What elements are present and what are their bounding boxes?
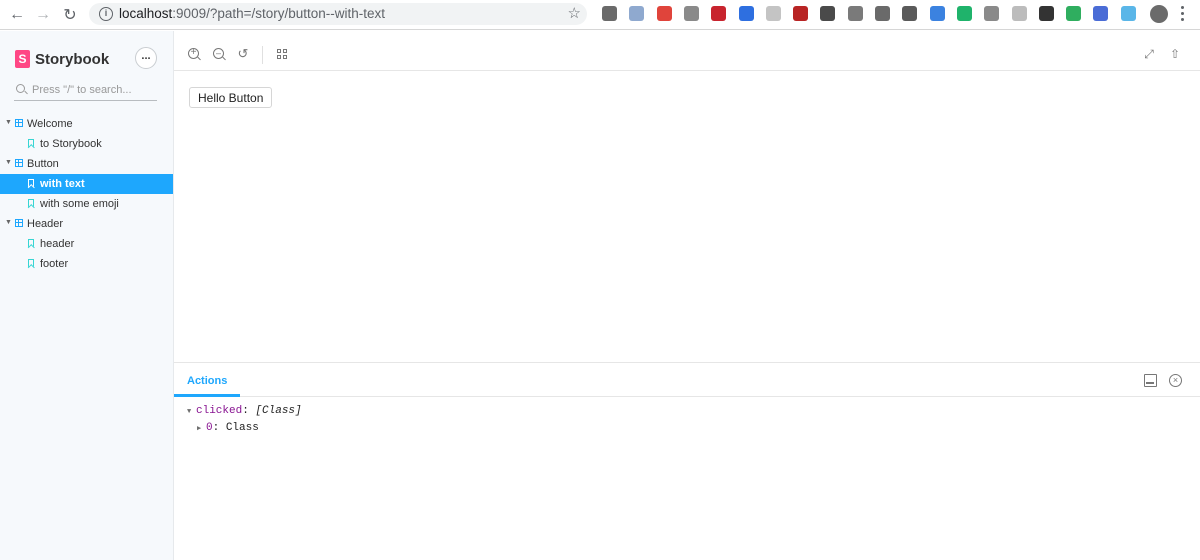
zoom-in-icon[interactable] [188, 46, 199, 60]
expand-arrow-icon: ▼ [5, 219, 12, 226]
sidebar-story[interactable]: to Storybook [0, 134, 173, 154]
ext-17-icon[interactable] [1038, 6, 1054, 21]
ext-19-icon[interactable] [1093, 6, 1109, 21]
panel-tabs: Actions × [174, 363, 1200, 397]
sidebar-story[interactable]: footer [0, 254, 173, 274]
ext-7-icon[interactable] [765, 6, 781, 21]
bookmark-icon [28, 259, 34, 268]
storybook-brand[interactable]: S Storybook [15, 49, 109, 69]
bookmark-icon [28, 179, 34, 188]
toolbar-divider [262, 46, 263, 64]
share-icon[interactable]: ⇧ [1168, 47, 1182, 61]
bookmark-icon [28, 139, 34, 148]
fullscreen-icon[interactable]: ⤢ [1142, 47, 1156, 61]
component-icon [15, 159, 23, 167]
sidebar-kind-label: Button [27, 158, 59, 170]
ext-20-icon[interactable] [1120, 6, 1136, 21]
ext-14-icon[interactable] [956, 6, 972, 21]
storybook-logo-icon: S [15, 50, 30, 68]
ext-16-icon[interactable] [1011, 6, 1027, 21]
log-key: clicked [196, 405, 243, 417]
ext-9-icon[interactable] [820, 6, 836, 21]
expand-arrow-icon: ▼ [5, 159, 12, 166]
ext-13-icon[interactable] [929, 6, 945, 21]
ext-3-icon[interactable] [656, 6, 672, 21]
log-child-key: 0 [206, 422, 213, 434]
brand-name: Storybook [35, 50, 110, 68]
log-child-colon: : [212, 422, 226, 434]
ext-1-icon[interactable] [602, 6, 617, 21]
url-path: :9009/?path=/story/button--with-text [172, 6, 386, 21]
expand-arrow-icon: ▼ [5, 119, 12, 126]
component-icon [15, 219, 23, 227]
ext-2-icon[interactable] [629, 6, 645, 21]
bookmark-icon [28, 199, 34, 208]
search-input[interactable] [32, 82, 155, 98]
sidebar-story-label: with some emoji [40, 198, 119, 210]
more-options-button[interactable]: ... [135, 47, 157, 69]
sidebar-kind-label: Welcome [27, 118, 73, 130]
sidebar-kind-label: Header [27, 218, 64, 230]
reload-icon[interactable]: ↻ [60, 5, 80, 25]
forward-arrow-icon[interactable]: → [33, 5, 53, 25]
preview-toolbar: ↺ ⤢ ⇧ [174, 38, 1200, 71]
extensions-bar [600, 6, 1196, 24]
site-info-icon[interactable]: i [99, 7, 113, 21]
search-icon [16, 84, 25, 93]
sidebar: S Storybook ... ▼ Welcome to Storybook ▼ But… [0, 31, 174, 560]
browser-toolbar: ← → ↻ i localhost:9009/?path=/story/butt… [0, 0, 1200, 30]
ext-10-icon[interactable] [847, 6, 863, 21]
sidebar-story-label: with text [40, 178, 85, 190]
zoom-reset-icon[interactable]: ↺ [236, 47, 250, 61]
ext-6-icon[interactable] [738, 6, 754, 21]
sidebar-story[interactable]: header [0, 234, 173, 254]
sidebar-kind[interactable]: ▼ Welcome [0, 114, 173, 134]
sidebar-story-label: header [40, 238, 75, 250]
action-log: ▼ clicked: [Class] ▶ 0: Class [187, 405, 302, 439]
log-child-entry[interactable]: ▶ 0: Class [187, 422, 302, 439]
story-preview: Hello Button [174, 72, 1200, 362]
url-host: localhost [119, 6, 173, 21]
component-icon [15, 119, 23, 127]
search-field[interactable] [14, 81, 157, 101]
address-url[interactable]: localhost:9009/?path=/story/button--with… [119, 6, 385, 21]
log-entry[interactable]: ▼ clicked: [Class] [187, 405, 302, 422]
address-bar[interactable]: i localhost:9009/?path=/story/button--wi… [89, 3, 587, 25]
collapsed-triangle-icon: ▶ [197, 425, 202, 433]
bookmark-star-icon[interactable]: ☆ [568, 4, 581, 22]
bookmark-icon [28, 239, 34, 248]
ext-15-icon[interactable] [984, 6, 1000, 21]
back-arrow-icon[interactable]: ← [7, 5, 27, 25]
sidebar-story-label: footer [40, 258, 69, 270]
sidebar-kind[interactable]: ▼ Button [0, 154, 173, 174]
ext-5-icon[interactable] [711, 6, 727, 21]
addons-panel: Actions × ▼ clicked: [Class] ▶ 0: Class [174, 362, 1200, 560]
hello-button[interactable]: Hello Button [189, 87, 273, 108]
ext-8-icon[interactable] [793, 6, 809, 21]
log-value: [Class] [255, 405, 302, 417]
ext-12-icon[interactable] [902, 6, 918, 21]
sidebar-kind[interactable]: ▼ Header [0, 214, 173, 234]
log-child-value: Class [225, 422, 259, 434]
close-panel-icon[interactable]: × [1169, 374, 1182, 387]
sidebar-story[interactable]: with some emoji [0, 194, 173, 214]
ext-4-icon[interactable] [683, 6, 699, 21]
ext-11-icon[interactable] [875, 6, 890, 21]
expand-triangle-icon: ▼ [187, 408, 192, 416]
profile-avatar[interactable] [1150, 5, 1168, 23]
dock-panel-icon[interactable] [1144, 374, 1157, 387]
tab-actions[interactable]: Actions [174, 363, 241, 397]
story-tree: ▼ Welcome to Storybook ▼ Button with text with… [0, 114, 173, 274]
ext-18-icon[interactable] [1066, 6, 1082, 21]
log-colon: : [242, 405, 256, 417]
browser-menu-icon[interactable] [1180, 6, 1186, 24]
zoom-out-icon[interactable] [213, 46, 224, 60]
ellipsis-icon: ... [141, 50, 151, 62]
sidebar-story[interactable]: with text [0, 174, 173, 194]
grid-icon[interactable] [277, 49, 287, 59]
sidebar-story-label: to Storybook [40, 138, 102, 150]
